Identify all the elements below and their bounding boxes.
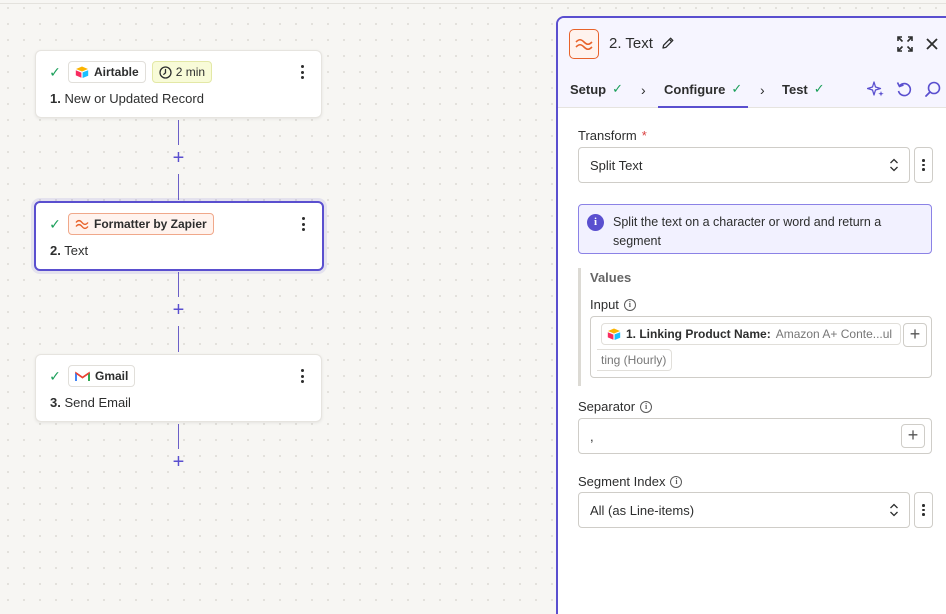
app-name: Formatter by Zapier — [94, 217, 207, 231]
step-title: 3. Send Email — [50, 395, 131, 410]
tab-setup[interactable]: Setup ✓ — [570, 70, 623, 108]
undo-icon[interactable] — [895, 80, 913, 98]
top-divider — [0, 0, 946, 4]
chevron-right-icon: › — [760, 82, 765, 98]
segment-index-options-button[interactable] — [914, 492, 933, 528]
app-badge: Gmail — [68, 365, 136, 387]
check-icon: ✓ — [612, 81, 624, 96]
check-icon: ✓ — [49, 215, 61, 232]
duration-text: 2 min — [175, 65, 206, 79]
transform-options-button[interactable] — [914, 147, 933, 183]
add-step-button[interactable]: + — [170, 452, 187, 472]
step-title: 1. New or Updated Record — [50, 91, 204, 106]
segment-index-select[interactable]: All (as Line-items) — [578, 492, 910, 528]
connector-line — [178, 424, 179, 449]
panel-header: 2. Text — [558, 18, 946, 70]
tab-test[interactable]: Test ✓ — [782, 70, 825, 108]
info-callout: i Split the text on a character or word … — [578, 204, 932, 254]
kebab-icon[interactable] — [296, 215, 310, 233]
connector-line — [178, 272, 179, 297]
close-icon[interactable] — [922, 34, 942, 54]
values-group-bar — [578, 268, 581, 386]
formatter-icon — [569, 29, 599, 59]
kebab-icon[interactable] — [295, 367, 309, 385]
duration-badge: 2 min — [151, 61, 213, 83]
values-title: Values — [590, 270, 632, 285]
formatter-icon — [75, 219, 89, 230]
app-badge: Airtable — [68, 61, 146, 83]
info-text: Split the text on a character or word an… — [613, 215, 882, 248]
insert-data-button[interactable]: + — [903, 323, 927, 347]
add-step-button[interactable]: + — [170, 300, 187, 320]
required-mark: * — [641, 128, 647, 143]
app-name: Gmail — [95, 369, 129, 383]
tab-configure[interactable]: Configure ✓ — [657, 70, 749, 108]
transform-select[interactable]: Split Text — [578, 147, 910, 183]
sparkle-icon[interactable] — [867, 80, 885, 98]
updown-icon — [890, 503, 898, 517]
separator-label: Separator i — [578, 399, 653, 414]
gmail-icon — [75, 370, 90, 381]
search-icon[interactable] — [924, 80, 942, 98]
input-label: Input i — [590, 297, 636, 312]
step-editor-panel: 2. Text Setup ✓ › Configure ✓ › Test ✓ T… — [556, 16, 946, 614]
expand-icon[interactable] — [895, 34, 915, 54]
info-icon[interactable]: i — [623, 298, 636, 311]
step-card-airtable[interactable]: ✓ Airtable 2 min 1. New or Updated Recor… — [35, 50, 322, 118]
step-title: 2. Text — [50, 243, 89, 258]
panel-title: 2. Text — [609, 35, 653, 52]
add-step-button[interactable]: + — [170, 148, 187, 168]
check-icon: ✓ — [49, 367, 61, 384]
connector-line — [178, 326, 179, 352]
step-tabs: Setup ✓ › Configure ✓ › Test ✓ — [558, 70, 946, 108]
separator-value: , — [590, 428, 594, 444]
mapped-field-pill[interactable]: 1. Linking Product Name: Amazon A+ Conte… — [601, 323, 901, 345]
transform-value: Split Text — [590, 157, 643, 173]
airtable-icon — [607, 328, 621, 340]
airtable-icon — [75, 66, 89, 78]
check-icon: ✓ — [731, 81, 743, 96]
separator-input[interactable]: , + — [578, 418, 932, 454]
updown-icon — [890, 158, 898, 172]
step-card-gmail[interactable]: ✓ Gmail 3. Send Email — [35, 354, 322, 422]
segment-index-value: All (as Line-items) — [590, 502, 695, 518]
pencil-icon[interactable] — [661, 36, 675, 50]
mapped-field-pill-overflow[interactable]: ting (Hourly) — [597, 349, 673, 371]
segment-index-label: Segment Index i — [578, 474, 683, 489]
step-card-formatter[interactable]: ✓ Formatter by Zapier 2. Text — [34, 201, 324, 271]
app-name: Airtable — [94, 65, 139, 79]
info-icon: i — [587, 214, 604, 231]
chevron-right-icon: › — [641, 82, 646, 98]
app-badge: Formatter by Zapier — [68, 213, 214, 235]
transform-label: Transform * — [578, 128, 647, 143]
input-field[interactable]: 1. Linking Product Name: Amazon A+ Conte… — [590, 316, 932, 378]
connector-line — [178, 174, 179, 200]
check-icon: ✓ — [49, 63, 61, 80]
clock-icon — [159, 65, 172, 79]
info-icon[interactable]: i — [670, 475, 683, 488]
insert-data-button[interactable]: + — [901, 424, 925, 448]
check-icon: ✓ — [813, 81, 825, 96]
kebab-icon[interactable] — [295, 63, 309, 81]
connector-line — [178, 120, 179, 145]
info-icon[interactable]: i — [640, 400, 653, 413]
